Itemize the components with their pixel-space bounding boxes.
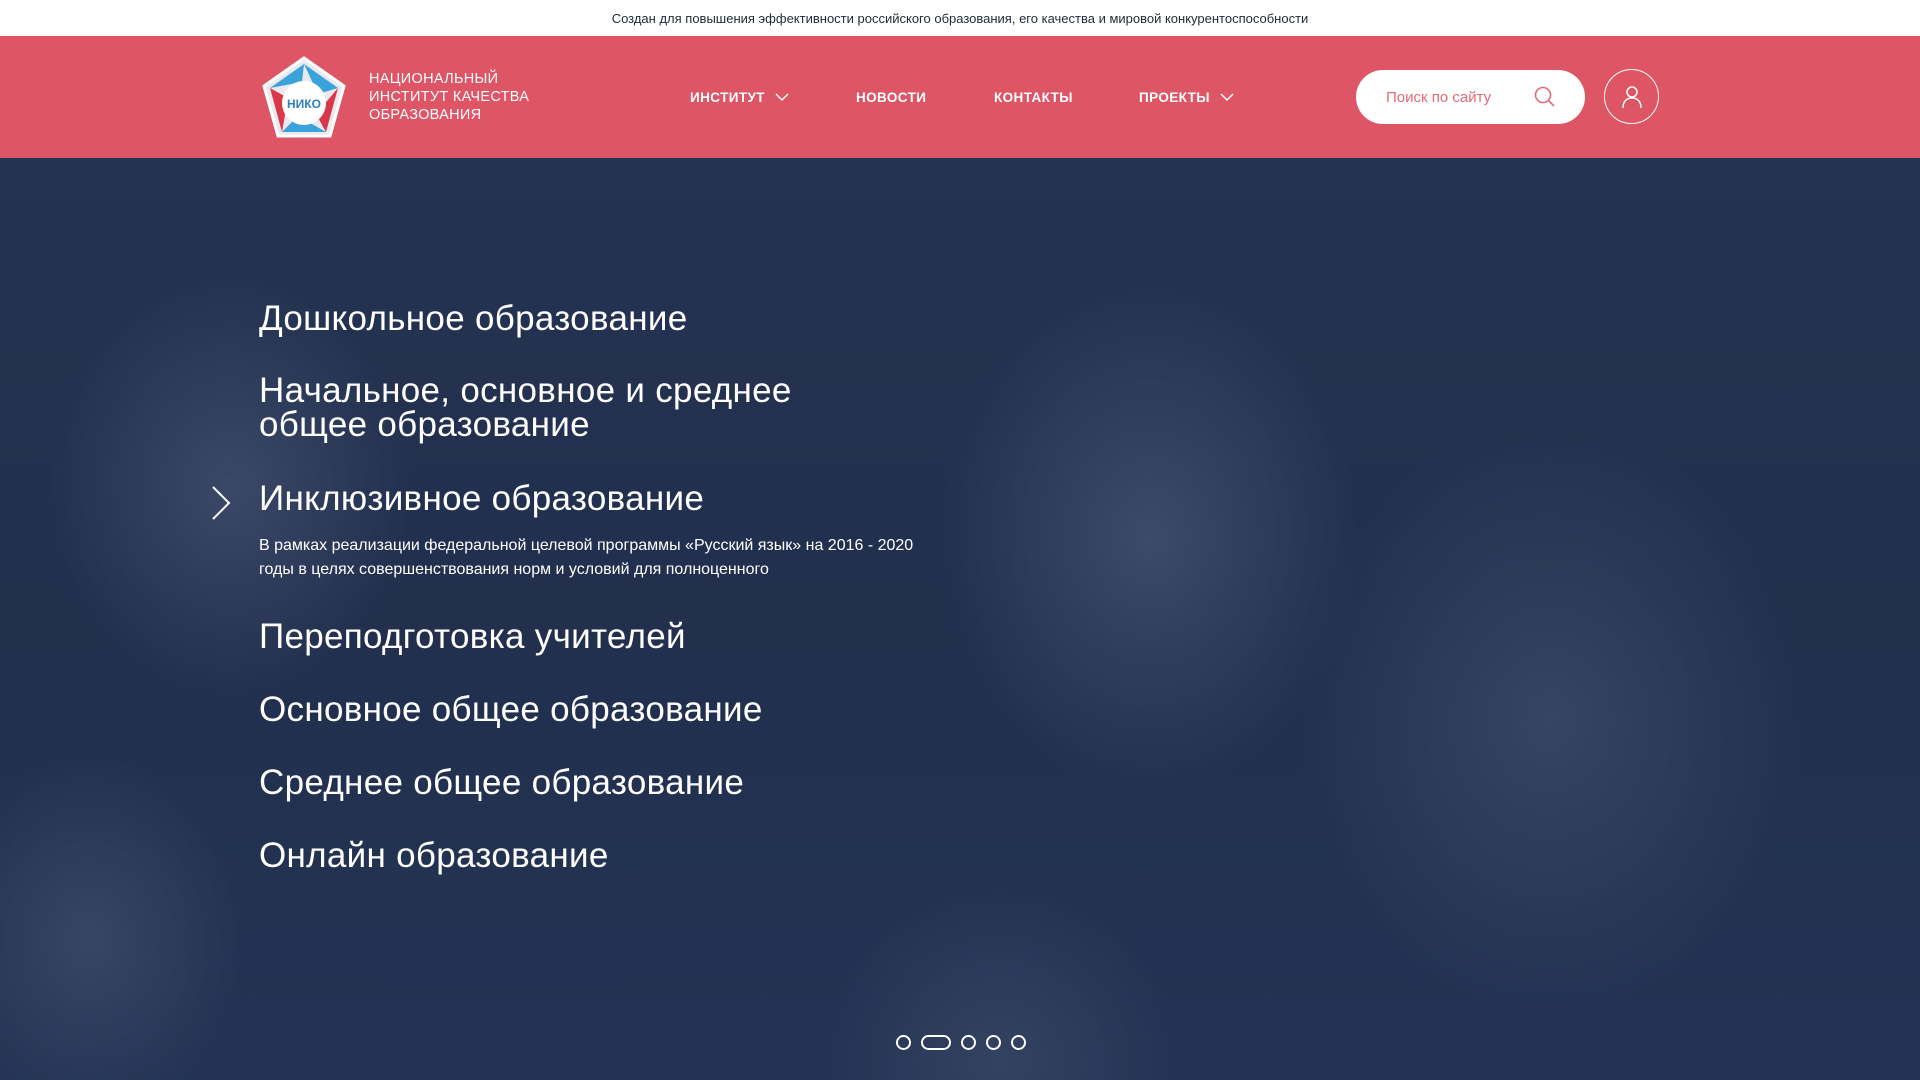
brand-name-line: ОБРАЗОВАНИЯ	[369, 107, 482, 123]
top-tagline-bar: Создан для повышения эффективности росси…	[0, 0, 1920, 36]
tagline-text: Создан для повышения эффективности росси…	[611, 10, 1309, 26]
brand-name: НАЦИОНАЛЬНЫЙ ИНСТИТУТ КАЧЕСТВА ОБРАЗОВАН…	[369, 70, 569, 124]
category-link-inclusive[interactable]: Инклюзивное образование	[259, 481, 704, 516]
category-link-secondary[interactable]: Среднее общее образование	[259, 765, 744, 800]
brand-name-line: НАЦИОНАЛЬНЫЙ	[369, 71, 499, 87]
slider-dot[interactable]	[896, 1035, 911, 1050]
slider-pagination	[896, 1035, 1026, 1050]
category-link-retraining[interactable]: Переподготовка учителей	[259, 619, 686, 654]
search-icon[interactable]	[1533, 85, 1557, 109]
nav-item-label: КОНТАКТЫ	[994, 89, 1073, 105]
logo-link[interactable]: НИКО	[258, 54, 350, 142]
logo-text: НИКО	[287, 97, 321, 111]
site-header: НИКО НАЦИОНАЛЬНЫЙ ИНСТИТУТ КАЧЕСТВА ОБРА…	[0, 36, 1920, 158]
chevron-down-icon	[775, 93, 789, 102]
niko-logo-icon: НИКО	[262, 56, 346, 138]
user-icon	[1621, 85, 1642, 108]
chevron-down-icon	[1220, 93, 1234, 102]
brand-name-line: ИНСТИТУТ КАЧЕСТВА	[369, 89, 530, 105]
search-input[interactable]	[1386, 88, 1536, 106]
slider-dot[interactable]	[986, 1035, 1001, 1050]
slider-dot[interactable]	[961, 1035, 976, 1050]
slider-dot[interactable]	[1011, 1035, 1026, 1050]
nav-item-label: ИНСТИТУТ	[690, 89, 765, 105]
chevron-right-icon	[212, 486, 231, 520]
category-link-preschool[interactable]: Дошкольное образование	[259, 301, 687, 336]
nav-item-news[interactable]: НОВОСТИ	[856, 36, 926, 158]
user-account-button[interactable]	[1604, 69, 1659, 124]
category-link-basic[interactable]: Основное общее образование	[259, 692, 763, 727]
category-link-general[interactable]: Начальное, основное и среднее общее обра…	[259, 373, 879, 442]
nav-item-institut[interactable]: ИНСТИТУТ	[690, 36, 789, 158]
category-link-online[interactable]: Онлайн образование	[259, 838, 609, 873]
nav-item-label: ПРОЕКТЫ	[1139, 89, 1210, 105]
slider-dot-active[interactable]	[921, 1035, 951, 1050]
hero-slider: Дошкольное образование Начальное, основн…	[0, 158, 1920, 1080]
nav-item-contacts[interactable]: КОНТАКТЫ	[994, 36, 1073, 158]
category-description: В рамках реализации федеральной целевой …	[259, 537, 914, 578]
nav-item-projects[interactable]: ПРОЕКТЫ	[1139, 36, 1234, 158]
search-box	[1356, 70, 1585, 124]
nav-item-label: НОВОСТИ	[856, 89, 927, 105]
